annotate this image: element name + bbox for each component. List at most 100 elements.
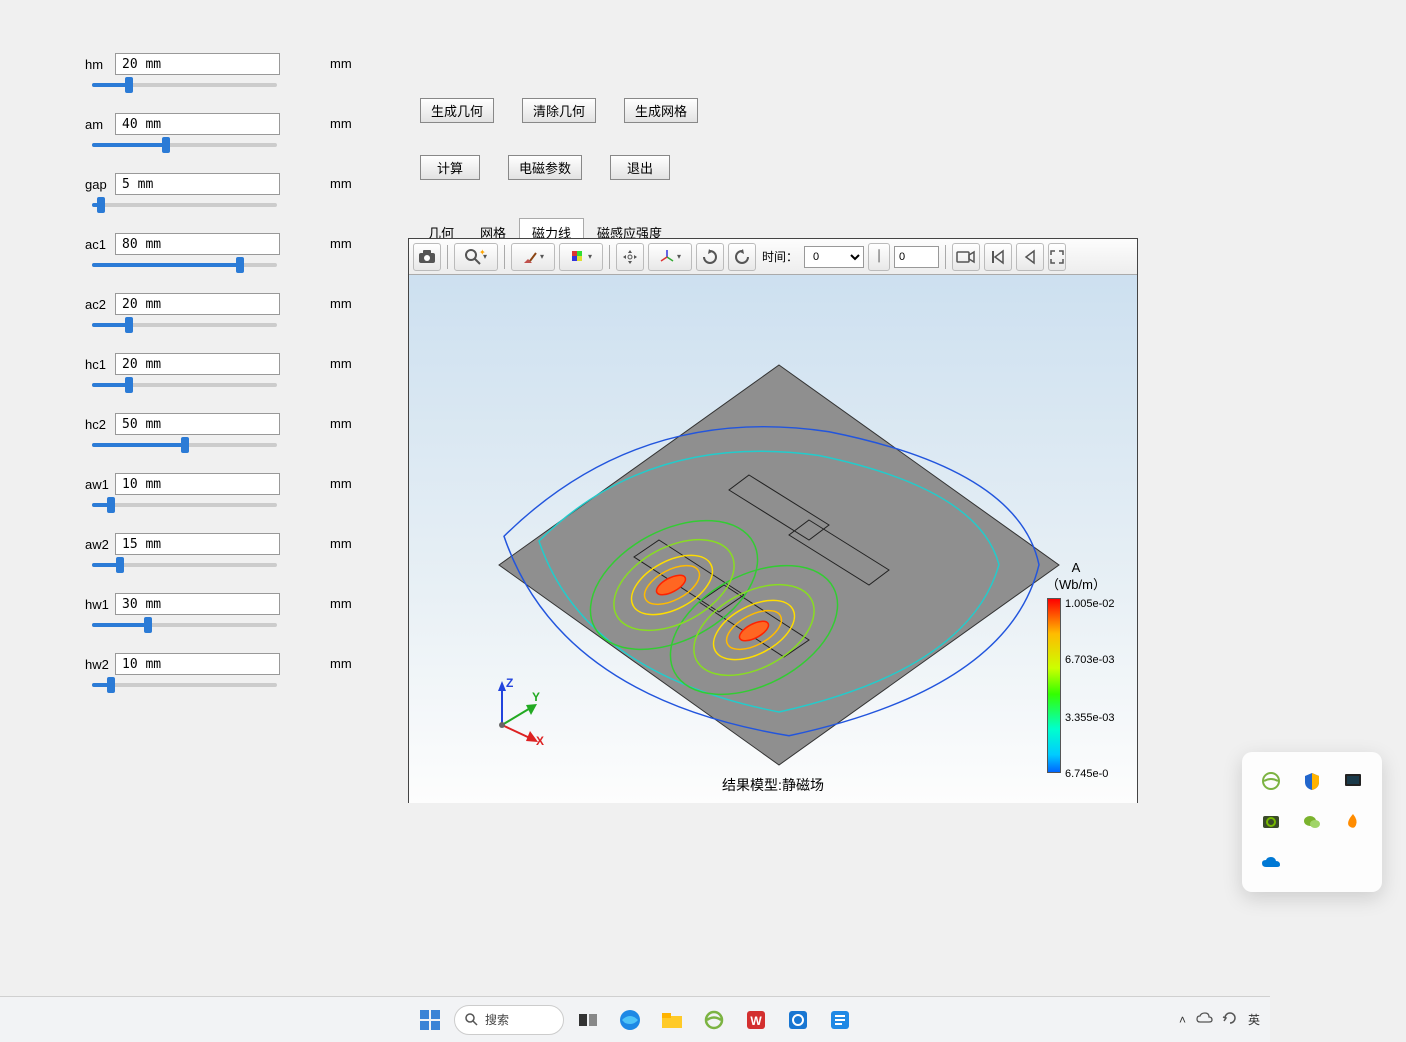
ime-indicator[interactable]: 英 bbox=[1248, 1011, 1260, 1028]
edge-icon[interactable] bbox=[612, 1002, 648, 1038]
step-end-icon[interactable]: ⏐ bbox=[868, 243, 890, 271]
axis-xyz-icon[interactable]: ▾ bbox=[648, 243, 692, 271]
param-input-aw2[interactable] bbox=[115, 533, 280, 555]
exit-button[interactable]: 退出 bbox=[610, 155, 670, 180]
plot-canvas[interactable]: Z Y X A （Wb/m） 1.005e-02 6.703e-03 bbox=[409, 275, 1137, 803]
legend-tick-3: 6.745e-0 bbox=[1065, 768, 1108, 780]
param-label-ac2: ac2 bbox=[85, 297, 115, 312]
time-select[interactable]: 0 bbox=[804, 246, 864, 268]
param-input-gap[interactable] bbox=[115, 173, 280, 195]
plot-toolbar: ✦ ▾ ▾ ▾ ▾ bbox=[409, 239, 1137, 275]
start-button[interactable] bbox=[412, 1002, 448, 1038]
param-slider-aw1[interactable] bbox=[92, 503, 277, 507]
param-slider-aw2[interactable] bbox=[92, 563, 277, 567]
skip-prev-icon[interactable] bbox=[984, 243, 1012, 271]
pan-icon[interactable] bbox=[616, 243, 644, 271]
param-label-aw1: aw1 bbox=[85, 477, 115, 492]
param-slider-ac2[interactable] bbox=[92, 323, 277, 327]
app-blue-icon[interactable] bbox=[822, 1002, 858, 1038]
plot-frame: ✦ ▾ ▾ ▾ ▾ bbox=[408, 238, 1138, 803]
param-input-hm[interactable] bbox=[115, 53, 280, 75]
taskbar-search[interactable]: 搜索 bbox=[454, 1005, 564, 1035]
svg-text:W: W bbox=[750, 1014, 762, 1028]
param-unit-am: mm bbox=[330, 116, 352, 131]
compute-button[interactable]: 计算 bbox=[420, 155, 480, 180]
plot-caption: 结果模型:静磁场 bbox=[722, 775, 824, 795]
param-input-hc1[interactable] bbox=[115, 353, 280, 375]
tray-cloud-icon[interactable] bbox=[1196, 1012, 1212, 1027]
rotate-ccw-icon[interactable] bbox=[728, 243, 756, 271]
em-params-button[interactable]: 电磁参数 bbox=[508, 155, 582, 180]
brush-icon[interactable]: ▾ bbox=[511, 243, 555, 271]
action-button-panel: 生成几何 清除几何 生成网格 计算 电磁参数 退出 bbox=[420, 98, 698, 212]
simdroid-icon[interactable] bbox=[780, 1002, 816, 1038]
tray-nvidia-icon[interactable] bbox=[1250, 801, 1291, 842]
tray-wechat-icon[interactable] bbox=[1291, 801, 1332, 842]
param-input-hw2[interactable] bbox=[115, 653, 280, 675]
param-input-aw1[interactable] bbox=[115, 473, 280, 495]
param-slider-hc2[interactable] bbox=[92, 443, 277, 447]
taskbar-right: ˄ 英 bbox=[1179, 1010, 1260, 1029]
gen-mesh-button[interactable]: 生成网格 bbox=[624, 98, 698, 123]
legend-tick-0: 1.005e-02 bbox=[1065, 598, 1115, 610]
param-slider-hw2[interactable] bbox=[92, 683, 277, 687]
search-icon bbox=[465, 1013, 479, 1027]
param-slider-hc1[interactable] bbox=[92, 383, 277, 387]
param-unit-hw1: mm bbox=[330, 596, 352, 611]
param-label-hw2: hw2 bbox=[85, 657, 115, 672]
param-unit-ac2: mm bbox=[330, 296, 352, 311]
param-input-ac1[interactable] bbox=[115, 233, 280, 255]
param-slider-am[interactable] bbox=[92, 143, 277, 147]
param-input-hw1[interactable] bbox=[115, 593, 280, 615]
param-slider-hm[interactable] bbox=[92, 83, 277, 87]
play-prev-icon[interactable] bbox=[1016, 243, 1044, 271]
rotate-cw-icon[interactable] bbox=[696, 243, 724, 271]
param-row-hw1: hw1 bbox=[85, 593, 280, 615]
task-view-icon[interactable] bbox=[570, 1002, 606, 1038]
step-spinner[interactable] bbox=[894, 246, 939, 268]
search-placeholder: 搜索 bbox=[485, 1011, 509, 1028]
param-input-ac2[interactable] bbox=[115, 293, 280, 315]
param-label-hm: hm bbox=[85, 57, 115, 72]
param-row-aw1: aw1 bbox=[85, 473, 280, 495]
app-window: hmmmammmgapmmac1mmac2mmhc1mmhc2mmaw1mmaw… bbox=[0, 0, 1270, 940]
param-slider-hw1[interactable] bbox=[92, 623, 277, 627]
param-input-am[interactable] bbox=[115, 113, 280, 135]
param-row-am: am bbox=[85, 113, 280, 135]
zoom-icon[interactable]: ✦ ▾ bbox=[454, 243, 498, 271]
fullscreen-icon[interactable] bbox=[1048, 243, 1066, 271]
param-row-hc1: hc1 bbox=[85, 353, 280, 375]
ie-icon[interactable] bbox=[696, 1002, 732, 1038]
wps-icon[interactable]: W bbox=[738, 1002, 774, 1038]
tray-onedrive-icon[interactable] bbox=[1250, 843, 1291, 884]
param-slider-ac1[interactable] bbox=[92, 263, 277, 267]
legend-tick-2: 3.355e-03 bbox=[1065, 712, 1115, 724]
tray-flame-icon[interactable] bbox=[1333, 801, 1374, 842]
param-unit-aw1: mm bbox=[330, 476, 352, 491]
param-label-aw2: aw2 bbox=[85, 537, 115, 552]
file-explorer-icon[interactable] bbox=[654, 1002, 690, 1038]
tray-chevron-icon[interactable]: ˄ bbox=[1179, 1013, 1186, 1027]
param-row-gap: gap bbox=[85, 173, 280, 195]
snapshot-icon[interactable] bbox=[413, 243, 441, 271]
tray-shield-icon[interactable] bbox=[1291, 760, 1332, 801]
tray-sync-icon[interactable] bbox=[1222, 1010, 1238, 1029]
taskbar: 搜索 W ˄ 英 bbox=[0, 996, 1270, 1042]
axis-triad: Z Y X bbox=[484, 673, 554, 748]
gen-geom-button[interactable]: 生成几何 bbox=[420, 98, 494, 123]
tray-monitor-icon[interactable] bbox=[1333, 760, 1374, 801]
param-unit-hc2: mm bbox=[330, 416, 352, 431]
param-unit-gap: mm bbox=[330, 176, 352, 191]
param-label-hc2: hc2 bbox=[85, 417, 115, 432]
param-row-ac1: ac1 bbox=[85, 233, 280, 255]
param-input-hc2[interactable] bbox=[115, 413, 280, 435]
param-unit-aw2: mm bbox=[330, 536, 352, 551]
camera-icon[interactable] bbox=[952, 243, 980, 271]
cube-icon[interactable]: ▾ bbox=[559, 243, 603, 271]
clear-geom-button[interactable]: 清除几何 bbox=[522, 98, 596, 123]
param-label-am: am bbox=[85, 117, 115, 132]
param-slider-gap[interactable] bbox=[92, 203, 277, 207]
param-label-hc1: hc1 bbox=[85, 357, 115, 372]
time-label: 时间： bbox=[762, 248, 798, 265]
tray-ie-icon[interactable] bbox=[1250, 760, 1291, 801]
